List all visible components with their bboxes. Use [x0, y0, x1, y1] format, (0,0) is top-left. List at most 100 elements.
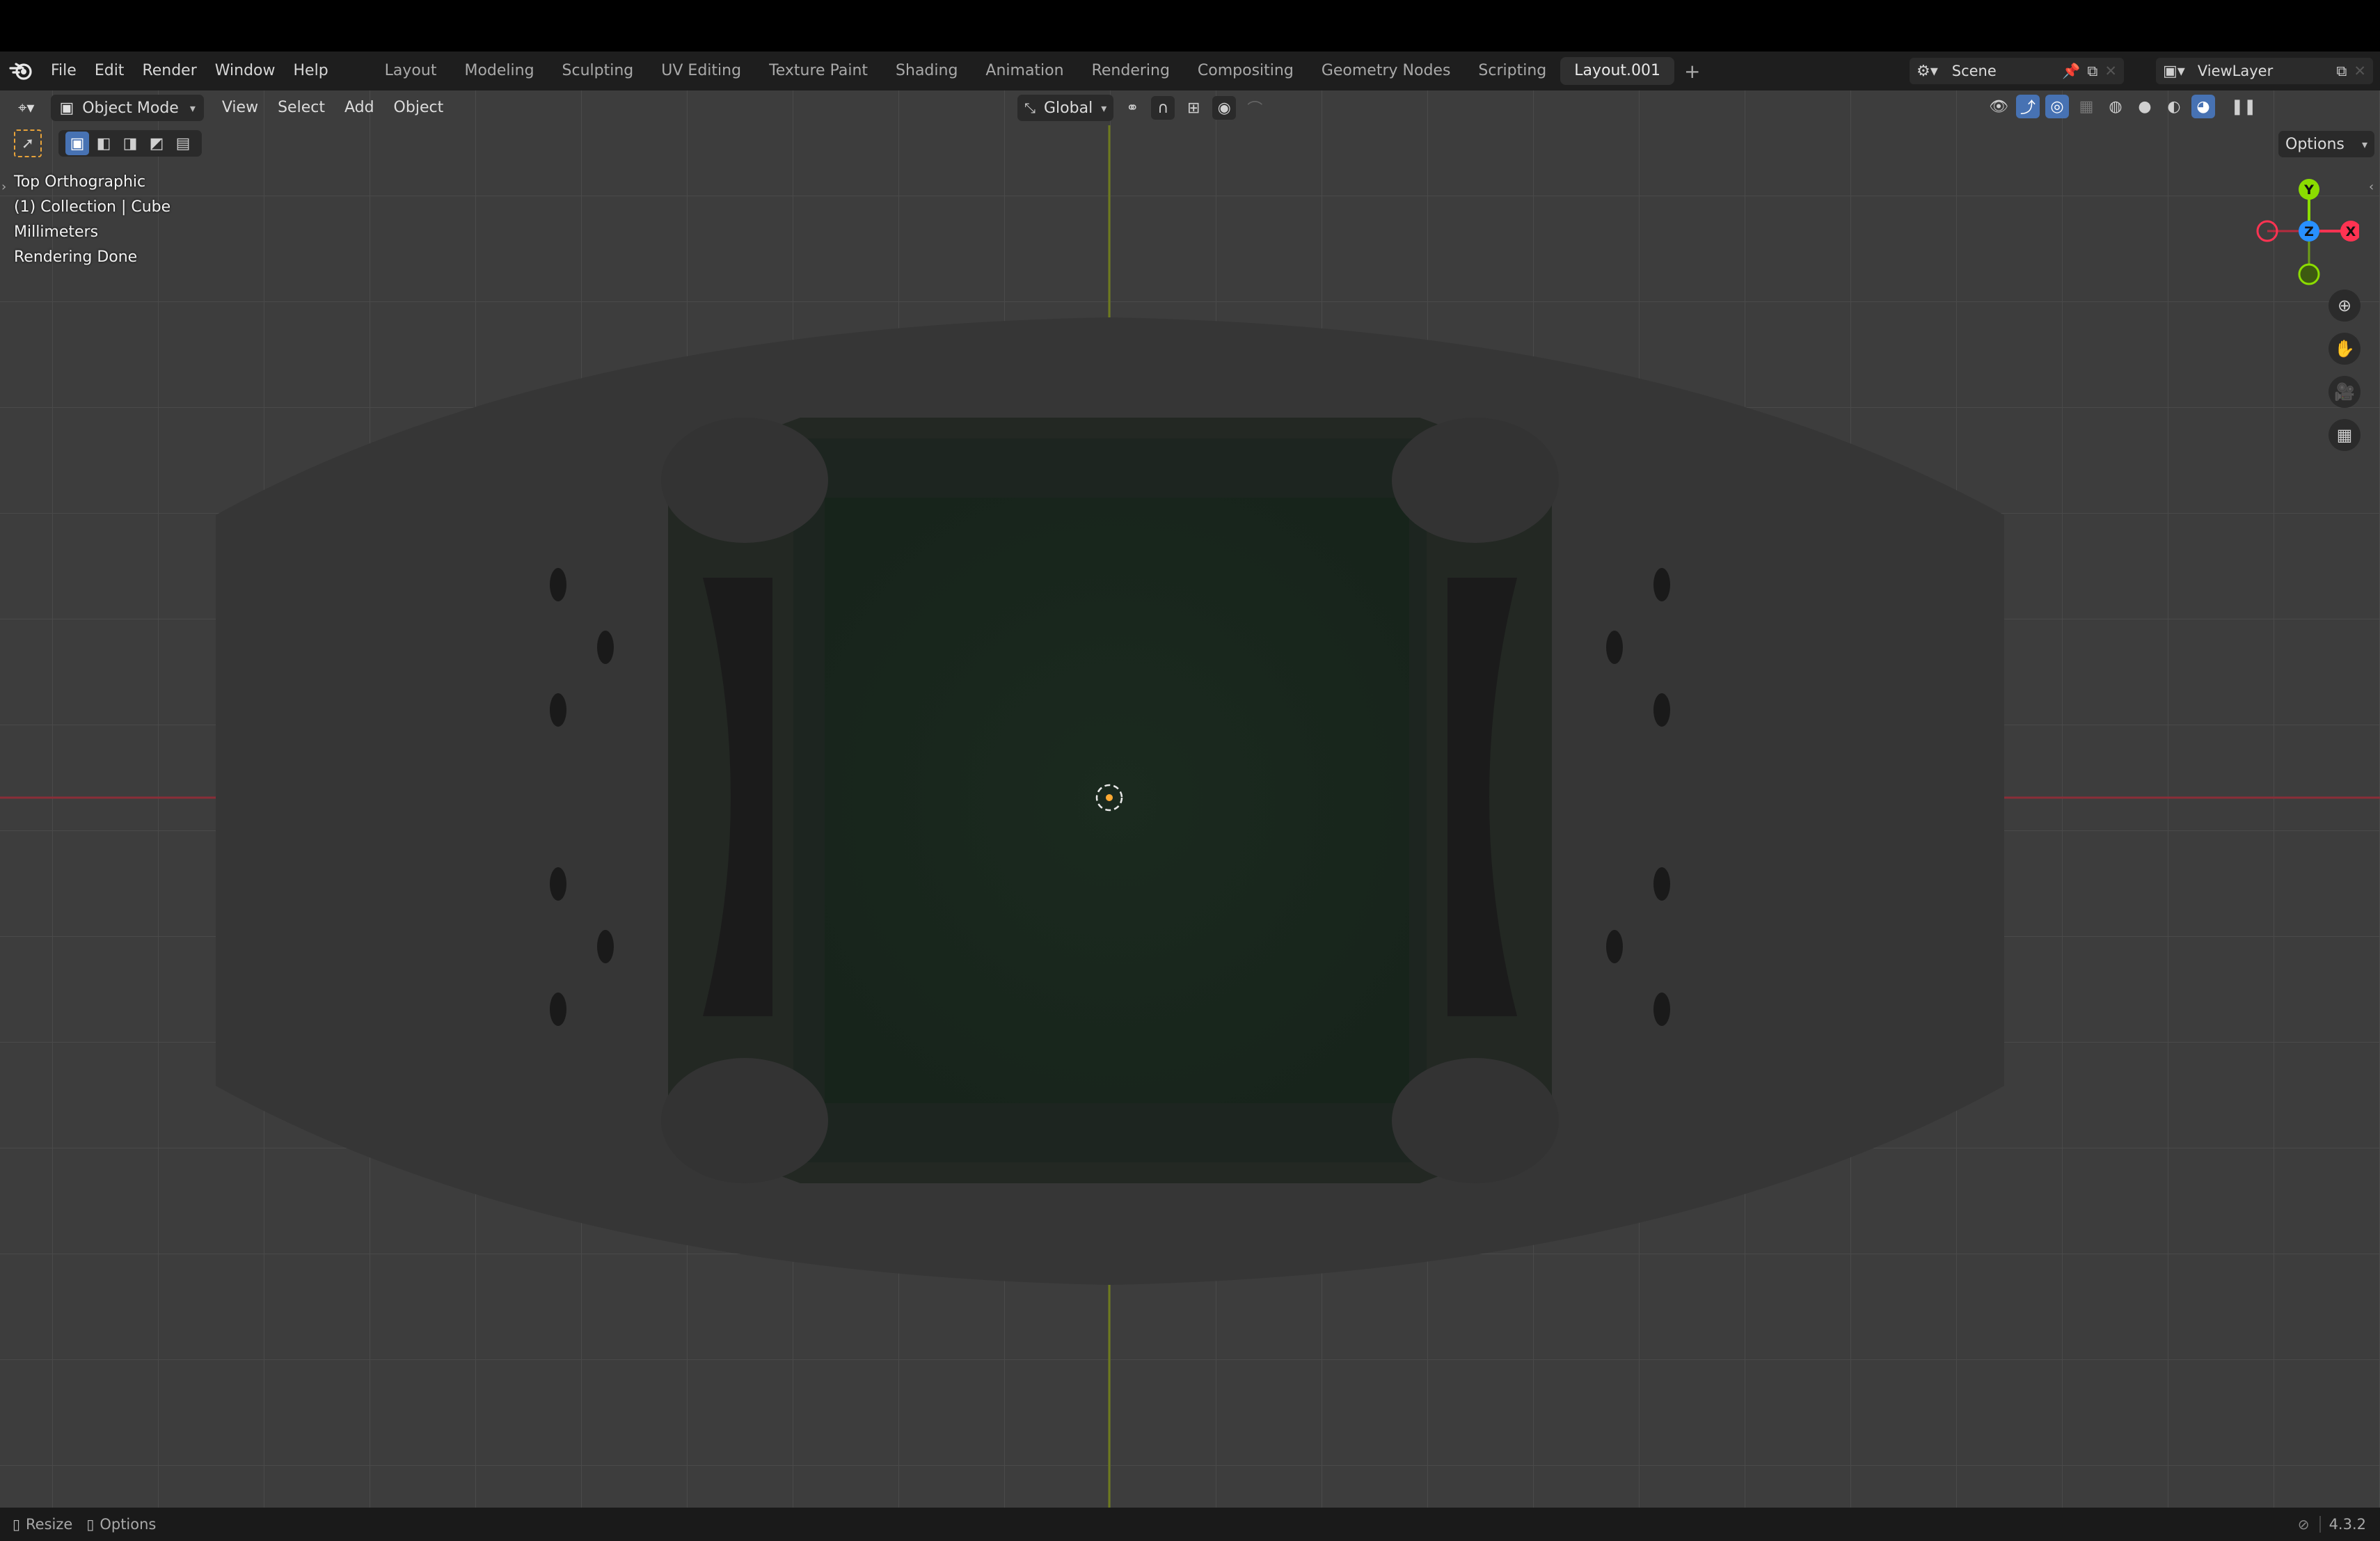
editor-type-button[interactable]: ⌖▾	[11, 95, 41, 121]
proportional-edit-icon[interactable]: ◉	[1212, 96, 1237, 120]
snap-target-icon[interactable]: ⊞	[1182, 96, 1205, 120]
set-selection-icon[interactable]: ▣	[65, 132, 89, 155]
zoom-icon[interactable]: ⊕	[2329, 290, 2361, 322]
tab-compositing[interactable]: Compositing	[1184, 57, 1308, 85]
tab-sculpting[interactable]: Sculpting	[548, 57, 648, 85]
perspective-toggle-icon[interactable]: ▦	[2329, 419, 2361, 451]
pan-hand-icon[interactable]: ✋	[2329, 333, 2361, 365]
add-workspace-icon[interactable]: +	[1674, 60, 1710, 83]
status-options: Options	[100, 1516, 157, 1533]
intersect-selection-icon[interactable]: ▤	[171, 132, 195, 155]
menu-window[interactable]: Window	[206, 52, 285, 90]
camera-view-icon[interactable]: 🎥	[2329, 376, 2361, 408]
chevron-down-icon: ▾	[2361, 137, 2367, 151]
render-object	[216, 317, 2004, 1285]
menu-view[interactable]: View	[212, 94, 268, 122]
pivot-point-icon[interactable]: ⚭	[1120, 96, 1144, 120]
editor-type-icon: ⌖▾	[18, 99, 35, 117]
menu-help[interactable]: Help	[285, 52, 338, 90]
units-info: Millimeters	[14, 223, 99, 241]
viewport-shading-tools: 👁 ⤴ ◎ ▦ ◍ ● ◐ ◕ ❚❚	[1987, 95, 2257, 118]
gizmo-toggle-icon[interactable]: ⤴	[2016, 95, 2040, 118]
selection-mode-group: ▣ ◧ ◨ ◩ ▤	[58, 130, 202, 157]
version-label: 4.3.2	[2319, 1516, 2366, 1533]
status-resize: Resize	[26, 1516, 73, 1533]
collection-info: (1) Collection | Cube	[14, 198, 171, 216]
mouse-left-icon: ▯	[13, 1516, 21, 1533]
menu-add[interactable]: Add	[335, 94, 384, 122]
scene-name: Scene	[1951, 63, 1997, 79]
tab-scripting[interactable]: Scripting	[1464, 57, 1560, 85]
xray-icon[interactable]: ▦	[2074, 95, 2098, 118]
transform-tools: ⤡ Global ▾ ⚭ ∩ ⊞ ◉ ⌒	[1017, 95, 1267, 121]
tab-texture-paint[interactable]: Texture Paint	[755, 57, 882, 85]
3d-viewport[interactable]	[0, 90, 2380, 1508]
gizmo-neg-y-axis[interactable]	[2298, 263, 2320, 285]
tab-layout[interactable]: Layout	[371, 57, 451, 85]
gizmo-z-label: Z	[2304, 224, 2314, 239]
viewport-info: Top Orthographic (1) Collection | Cube M…	[14, 170, 170, 270]
options-dropdown[interactable]: Options ▾	[2278, 131, 2374, 157]
view-layer-selector[interactable]: ▣▾ ViewLayer ⧉ ✕	[2156, 58, 2373, 84]
tab-geometry-nodes[interactable]: Geometry Nodes	[1308, 57, 1465, 85]
gizmo-x-label: X	[2346, 224, 2356, 239]
subtract-selection-icon[interactable]: ◨	[118, 132, 142, 155]
visibility-icon[interactable]: 👁	[1987, 95, 2010, 118]
tab-rendering[interactable]: Rendering	[1078, 57, 1184, 85]
network-off-icon[interactable]: ⊘	[2298, 1516, 2310, 1533]
wireframe-shading-icon[interactable]: ◍	[2104, 95, 2127, 118]
render-status: Rendering Done	[14, 248, 138, 266]
chevron-down-icon: ▾	[189, 101, 196, 115]
orientation-selector[interactable]: ⤡ Global ▾	[1017, 95, 1114, 121]
workspace-tabs: Layout Modeling Sculpting UV Editing Tex…	[371, 57, 1711, 85]
scene-icon: ⚙▾	[1917, 62, 1938, 80]
remove-view-layer-icon[interactable]: ✕	[2354, 63, 2366, 79]
extend-selection-icon[interactable]: ◧	[92, 132, 116, 155]
view-layer-icon: ▣▾	[2163, 62, 2185, 80]
menu-render[interactable]: Render	[133, 52, 205, 90]
scene-selector[interactable]: ⚙▾ Scene 📌 ⧉ ✕	[1910, 58, 2124, 84]
material-shading-icon[interactable]: ◐	[2162, 95, 2186, 118]
blender-logo-icon[interactable]	[0, 52, 42, 90]
menu-edit[interactable]: Edit	[86, 52, 134, 90]
tab-animation[interactable]: Animation	[971, 57, 1077, 85]
overlay-toggle-icon[interactable]: ◎	[2045, 95, 2069, 118]
status-bar: ▯ Resize ▯ Options ⊘ 4.3.2	[0, 1508, 2380, 1541]
select-tool-row: ➚ ▣ ◧ ◨ ◩ ▤	[14, 129, 202, 157]
menu-file[interactable]: File	[42, 52, 86, 90]
snap-icon[interactable]: ∩	[1151, 96, 1175, 120]
menu-select[interactable]: Select	[268, 94, 335, 122]
mode-selector[interactable]: ▣ Object Mode ▾	[51, 95, 204, 121]
falloff-icon[interactable]: ⌒	[1243, 96, 1267, 120]
options-label: Options	[2285, 135, 2345, 153]
toolbar-expand-icon[interactable]: ›	[1, 180, 6, 194]
tab-modeling[interactable]: Modeling	[450, 57, 548, 85]
mouse-right-icon: ▯	[86, 1516, 95, 1533]
view-name: Top Orthographic	[14, 173, 146, 191]
navigation-buttons: ⊕ ✋ 🎥 ▦	[2329, 290, 2361, 451]
pause-render-icon[interactable]: ❚❚	[2231, 95, 2257, 118]
viewport-header: ⌖▾ ▣ Object Mode ▾ View Select Add Objec…	[0, 90, 2380, 125]
tab-uv-editing[interactable]: UV Editing	[647, 57, 755, 85]
object-mode-icon: ▣	[59, 99, 74, 117]
tab-layout-001[interactable]: Layout.001	[1560, 57, 1675, 85]
tab-shading[interactable]: Shading	[882, 57, 971, 85]
chevron-down-icon: ▾	[1101, 101, 1107, 115]
gizmo-y-label: Y	[2303, 182, 2314, 198]
viewport-grid	[0, 90, 2380, 1508]
orientation-label: Global	[1044, 99, 1093, 117]
rendered-shading-icon[interactable]: ◕	[2191, 95, 2215, 118]
pin-icon[interactable]: 📌	[2062, 63, 2080, 80]
mode-label: Object Mode	[82, 99, 179, 117]
navigation-gizmo[interactable]: Y X Z	[2248, 173, 2359, 291]
remove-scene-icon[interactable]: ✕	[2104, 63, 2117, 79]
new-scene-icon[interactable]: ⧉	[2087, 63, 2097, 80]
window-top-strip	[0, 0, 2380, 52]
select-box-tool-icon[interactable]: ➚	[14, 129, 42, 157]
solid-shading-icon[interactable]: ●	[2133, 95, 2157, 118]
view-layer-name: ViewLayer	[2197, 63, 2274, 79]
sidebar-expand-icon[interactable]: ‹	[2369, 180, 2374, 194]
invert-selection-icon[interactable]: ◩	[145, 132, 168, 155]
menu-object[interactable]: Object	[384, 94, 454, 122]
new-view-layer-icon[interactable]: ⧉	[2336, 63, 2347, 80]
